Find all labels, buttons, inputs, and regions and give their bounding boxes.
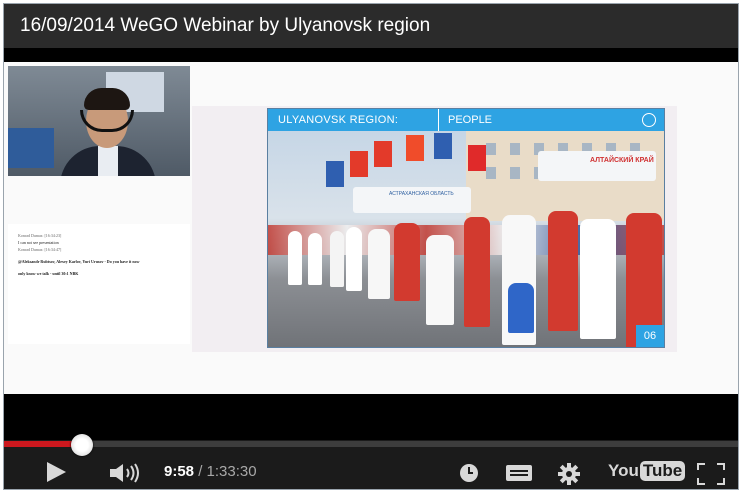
webcam-feed xyxy=(8,66,190,176)
chat-line: Konrad Dumas: [16:34:23] xyxy=(18,233,62,238)
chat-panel: Konrad Dumas: [16:34:23] I can not see p… xyxy=(8,224,190,344)
progress-scrubber[interactable] xyxy=(71,434,93,456)
slide-photo: АСТРАХАНСКАЯ ОБЛАСТЬ АЛТАЙСКИЙ КРАЙ xyxy=(268,131,664,347)
youtube-logo-tube: Tube xyxy=(639,461,686,481)
title-bar: 16/09/2014 WeGO Webinar by Ulyanovsk reg… xyxy=(4,4,738,48)
duration: 1:33:30 xyxy=(206,463,257,480)
gear-icon[interactable] xyxy=(557,462,581,486)
sign-left-text: АСТРАХАНСКАЯ ОБЛАСТЬ xyxy=(389,191,454,197)
sign-right-text: АЛТАЙСКИЙ КРАЙ xyxy=(590,157,654,164)
slide-logo-icon xyxy=(642,113,656,127)
video-player[interactable]: 16/09/2014 WeGO Webinar by Ulyanovsk reg… xyxy=(3,3,739,490)
chat-line: only know we talk - until 30:1 NBK xyxy=(18,271,79,276)
video-frame[interactable]: Konrad Dumas: [16:34:23] I can not see p… xyxy=(4,48,738,394)
time-display: 9:58 / 1:33:30 xyxy=(164,463,257,480)
chat-line: @Aleksandr Rubtsov, Alexey Karlov, Yuri … xyxy=(18,259,140,264)
clock-icon[interactable] xyxy=(458,462,480,484)
video-bottom-letterbox xyxy=(4,394,738,446)
video-top-letterbox xyxy=(4,48,738,62)
photo-sign-left: АСТРАХАНСКАЯ ОБЛАСТЬ xyxy=(353,187,471,213)
photo-sign-right: АЛТАЙСКИЙ КРАЙ xyxy=(538,151,656,181)
current-time: 9:58 xyxy=(164,463,195,480)
time-separator: / xyxy=(198,463,203,480)
chat-line: I can not see presentation xyxy=(18,240,59,245)
slide-number: 06 xyxy=(636,325,664,347)
video-title[interactable]: 16/09/2014 WeGO Webinar by Ulyanovsk reg… xyxy=(20,15,430,37)
slide-header: ULYANOVSK REGION: PEOPLE xyxy=(268,109,664,131)
chat-line: Konrad Dumas: [16:34:47] xyxy=(18,247,62,252)
slide-section-label: PEOPLE xyxy=(448,114,493,126)
volume-icon[interactable] xyxy=(108,462,142,484)
slide-header-divider xyxy=(438,109,439,131)
player-controls: 9:58 / 1:33:30 You Tube xyxy=(4,434,738,489)
youtube-logo-you: You xyxy=(608,461,639,480)
presentation-area: ULYANOVSK REGION: PEOPLE АСТРАХАНСКАЯ ОБ… xyxy=(192,106,677,352)
slide-region-label: ULYANOVSK REGION: xyxy=(278,114,399,126)
youtube-logo[interactable]: You Tube xyxy=(608,461,686,483)
progress-bar[interactable] xyxy=(4,441,738,447)
presentation-slide: ULYANOVSK REGION: PEOPLE АСТРАХАНСКАЯ ОБ… xyxy=(267,108,665,348)
captions-icon[interactable] xyxy=(504,462,534,484)
fullscreen-icon[interactable] xyxy=(696,462,726,486)
play-icon[interactable] xyxy=(44,460,68,484)
